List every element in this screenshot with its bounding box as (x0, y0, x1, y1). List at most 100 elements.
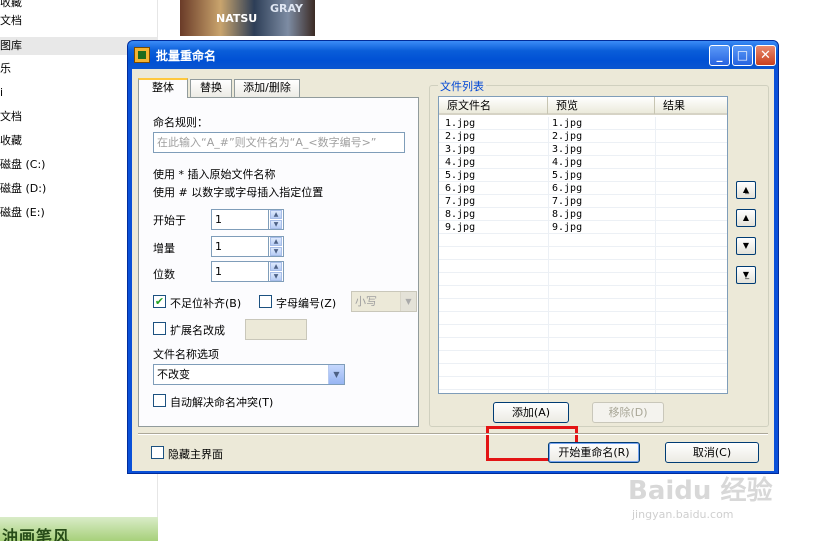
move-to-bottom-button[interactable]: ▼̲ (736, 266, 756, 284)
ext-label: 扩展名改成 (170, 324, 225, 337)
cell-original: 3.jpg (445, 144, 476, 155)
table-row[interactable]: 6.jpg 6.jpg (439, 182, 727, 195)
sidebar-item-label: 文档 (0, 110, 22, 123)
table-row[interactable]: 2.jpg 2.jpg (439, 130, 727, 143)
file-list[interactable]: 原文件名 预览 结果 1.jpg 1.jpg 2.jpg 2.jpg 3.jpg 3.… (438, 96, 728, 394)
sidebar-item-label: 收藏 (0, 0, 22, 9)
cell-preview: 2.jpg (552, 131, 583, 142)
hint-text: 使用 # 以数字或字母插入指定位置 (153, 186, 324, 199)
title-bar[interactable]: 批量重命名 _ □ ✕ (128, 41, 778, 69)
pad-label: 不足位补齐(B) (170, 297, 242, 310)
pad-checkbox[interactable]: ✔ (153, 295, 166, 308)
start-input[interactable]: 1 (211, 209, 269, 230)
table-row[interactable]: 8.jpg 8.jpg (439, 208, 727, 221)
watermark-logo: Baidu 经验 (628, 476, 773, 506)
app-icon (134, 47, 150, 63)
digits-spinner[interactable]: ▲ ▼ (269, 261, 284, 282)
image-thumbnail[interactable]: 油画笔风 (0, 517, 158, 541)
auto-resolve-label: 自动解决命名冲突(T) (170, 396, 274, 409)
filename-option-select[interactable]: 不改变 ▼ (153, 364, 345, 385)
spin-up-icon[interactable]: ▲ (270, 262, 282, 271)
thumbnail-text: GRAY (270, 2, 303, 15)
spin-up-icon[interactable]: ▲ (270, 237, 282, 246)
table-row[interactable]: 1.jpg 1.jpg (439, 117, 727, 130)
divider (138, 433, 768, 435)
table-row[interactable]: 3.jpg 3.jpg (439, 143, 727, 156)
sidebar-item-label: i (0, 86, 4, 99)
ext-input[interactable] (245, 319, 307, 340)
rule-input[interactable]: 在此输入“A_#”则文件名为“A_<数字编号>” (153, 132, 405, 153)
move-to-top-button[interactable]: ▲̲ (736, 181, 756, 199)
cell-original: 8.jpg (445, 209, 476, 220)
sidebar-item-label: 图库 (0, 39, 22, 52)
hide-main-label: 隐藏主界面 (168, 448, 223, 461)
close-button[interactable]: ✕ (755, 45, 776, 66)
cell-original: 1.jpg (445, 118, 476, 129)
sidebar-item-label: 乐 (0, 62, 11, 75)
cell-original: 6.jpg (445, 183, 476, 194)
spin-down-icon[interactable]: ▼ (270, 220, 282, 229)
spin-down-icon[interactable]: ▼ (270, 247, 282, 256)
case-select[interactable]: 小写 ▼ (351, 291, 417, 312)
cell-preview: 9.jpg (552, 222, 583, 233)
sidebar-item-label: 磁盘 (C:) (0, 158, 46, 171)
cell-original: 7.jpg (445, 196, 476, 207)
cell-preview: 8.jpg (552, 209, 583, 220)
step-label: 增量 (153, 242, 175, 255)
file-list-header: 原文件名 预览 结果 (439, 97, 727, 115)
watermark-url: jingyan.baidu.com (632, 508, 734, 521)
move-down-button[interactable]: ▼ (736, 237, 756, 255)
spin-down-icon[interactable]: ▼ (270, 272, 282, 281)
sidebar-item-label: 收藏 (0, 134, 22, 147)
column-original[interactable]: 原文件名 (439, 97, 548, 114)
table-row[interactable]: 9.jpg 9.jpg (439, 221, 727, 234)
digits-input[interactable]: 1 (211, 261, 269, 282)
batch-rename-dialog: 批量重命名 _ □ ✕ 整体 替换 添加/删除 命名规则： 在此输入“A_#”则… (127, 40, 779, 474)
image-thumbnail[interactable]: NATSU GRAY (180, 0, 315, 36)
maximize-button[interactable]: □ (732, 45, 753, 66)
cell-original: 4.jpg (445, 157, 476, 168)
tab-panel-whole: 命名规则： 在此输入“A_#”则文件名为“A_<数字编号>” 使用 * 插入原始… (138, 97, 419, 427)
table-row[interactable]: 7.jpg 7.jpg (439, 195, 727, 208)
column-preview[interactable]: 预览 (548, 97, 655, 114)
move-up-button[interactable]: ▲ (736, 209, 756, 227)
tab-whole[interactable]: 整体 (138, 78, 188, 98)
ext-checkbox[interactable] (153, 322, 166, 335)
start-label: 开始于 (153, 214, 186, 227)
dialog-title: 批量重命名 (156, 49, 217, 63)
cancel-button[interactable]: 取消(C) (665, 442, 759, 463)
file-list-title: 文件列表 (438, 78, 486, 94)
letter-label: 字母编号(Z) (276, 297, 337, 310)
letter-checkbox[interactable] (259, 295, 272, 308)
chevron-down-icon: ▼ (400, 292, 416, 311)
hide-main-checkbox[interactable] (151, 446, 164, 459)
cell-preview: 6.jpg (552, 183, 583, 194)
step-spinner[interactable]: ▲ ▼ (269, 236, 284, 257)
add-button[interactable]: 添加(A) (493, 402, 569, 423)
filename-options-label: 文件名称选项 (153, 348, 219, 361)
column-result[interactable]: 结果 (655, 97, 727, 114)
table-row[interactable]: 5.jpg 5.jpg (439, 169, 727, 182)
thumbnail-text: NATSU (216, 12, 258, 25)
start-spinner[interactable]: ▲ ▼ (269, 209, 284, 230)
sidebar-item[interactable]: 收藏 (0, 0, 150, 12)
sidebar-item[interactable]: 文档 (0, 12, 150, 30)
cell-original: 9.jpg (445, 222, 476, 233)
cell-original: 2.jpg (445, 131, 476, 142)
auto-resolve-checkbox[interactable] (153, 394, 166, 407)
sidebar-item-label: 磁盘 (E:) (0, 206, 45, 219)
filename-option-value: 不改变 (157, 368, 190, 381)
chevron-down-icon: ▼ (328, 365, 344, 384)
tab-replace[interactable]: 替换 (190, 79, 232, 97)
table-row[interactable]: 4.jpg 4.jpg (439, 156, 727, 169)
cell-original: 5.jpg (445, 170, 476, 181)
minimize-button[interactable]: _ (709, 45, 730, 66)
remove-button[interactable]: 移除(D) (592, 402, 664, 423)
sidebar-item-label: 文档 (0, 14, 22, 27)
tab-add-delete[interactable]: 添加/删除 (234, 79, 300, 97)
thumbnail-text: 油画笔风 (2, 527, 71, 541)
start-rename-button[interactable]: 开始重命名(R) (548, 442, 640, 463)
step-input[interactable]: 1 (211, 236, 269, 257)
hint-text: 使用 * 插入原始文件名称 (153, 168, 276, 181)
spin-up-icon[interactable]: ▲ (270, 210, 282, 219)
